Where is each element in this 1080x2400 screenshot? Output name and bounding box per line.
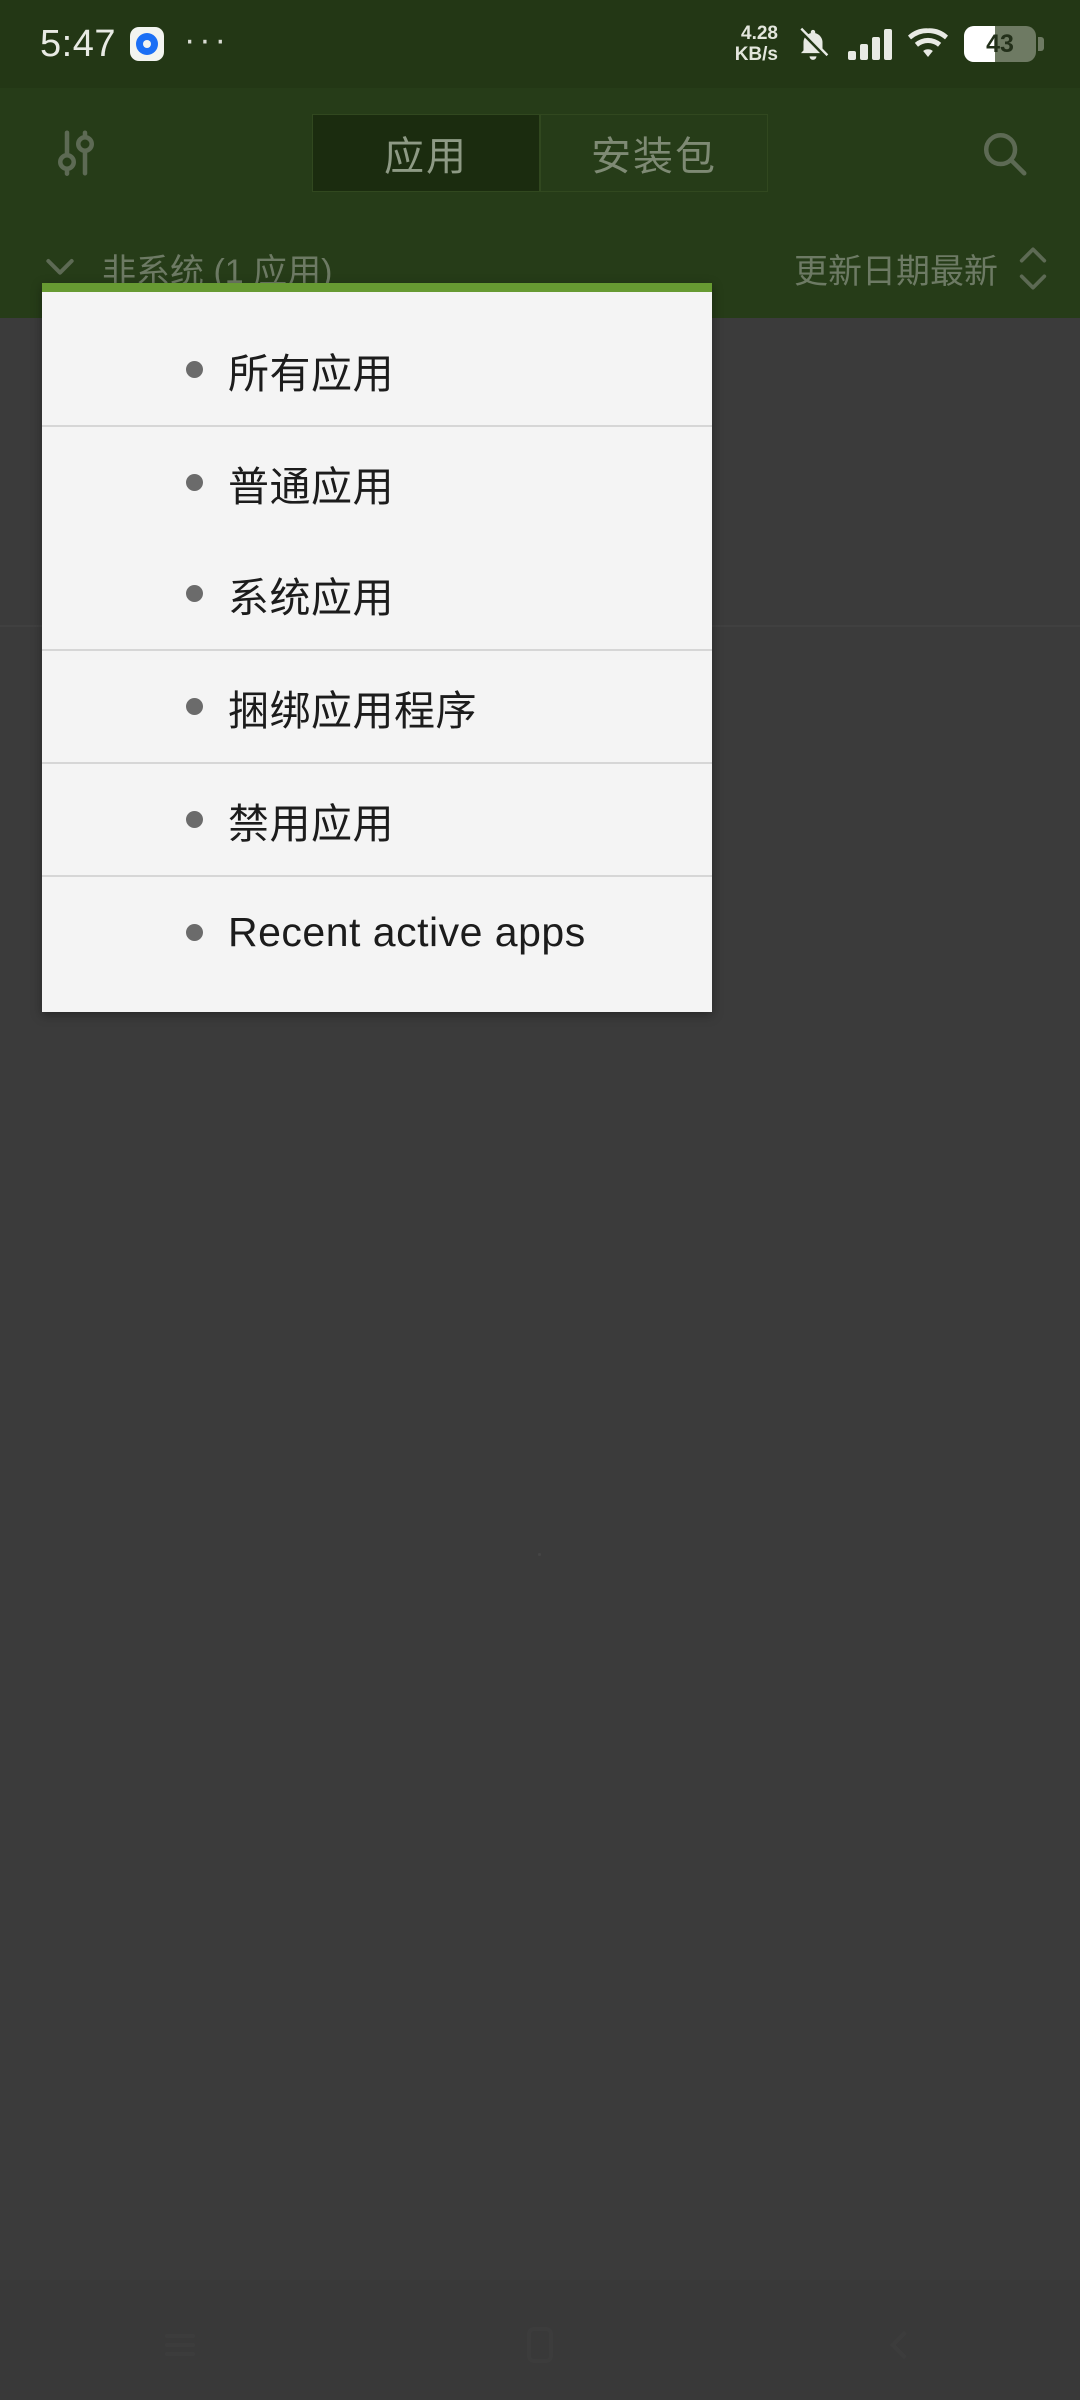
menu-group: Recent active apps (42, 875, 712, 988)
menu-item-label: 所有应用 (228, 350, 394, 397)
sort-label: 更新日期最新 (794, 252, 998, 291)
menu-group: 普通应用 系统应用 (42, 425, 712, 649)
status-clock: 5:47 (40, 22, 116, 65)
bullet-icon (186, 811, 203, 828)
wifi-icon (908, 28, 948, 60)
bullet-icon (186, 361, 203, 378)
sort-updown-icon (1016, 245, 1050, 292)
cellular-signal-icon (848, 28, 892, 60)
system-navigation-bar (0, 2290, 1080, 2400)
menu-item-disabled-apps[interactable]: 禁用应用 (42, 764, 712, 875)
battery-cap (1038, 37, 1044, 51)
back-chevron-icon[interactable] (820, 2290, 980, 2400)
camera-record-icon (129, 27, 164, 61)
menu-top-padding (42, 292, 712, 314)
menu-group: 所有应用 (42, 314, 712, 425)
menu-item-bundled-apps[interactable]: 捆绑应用程序 (42, 651, 712, 762)
menu-group: 禁用应用 (42, 762, 712, 875)
network-speed-value: 4.28 (741, 23, 778, 44)
menu-bottom-padding (42, 988, 712, 1012)
tune-sliders-icon[interactable] (28, 105, 124, 201)
menu-item-label: 普通应用 (228, 463, 394, 510)
menu-item-all-apps[interactable]: 所有应用 (42, 314, 712, 425)
battery-indicator: 43 (964, 26, 1044, 62)
menu-icon[interactable] (100, 2290, 260, 2400)
menu-item-label: Recent active apps (228, 909, 586, 955)
menu-item-normal-apps[interactable]: 普通应用 (42, 427, 712, 538)
bullet-icon (186, 698, 203, 715)
bullet-icon (186, 474, 203, 491)
app-bar: 应用 安装包 (0, 88, 1080, 218)
tab-bar: 应用 安装包 (124, 114, 956, 192)
menu-item-label: 系统应用 (228, 574, 394, 621)
bullet-icon (186, 924, 203, 941)
notification-overflow-icon: ··· (183, 21, 230, 59)
battery-body: 43 (964, 26, 1036, 62)
menu-item-label: 捆绑应用程序 (228, 687, 477, 734)
bell-off-icon (794, 25, 832, 63)
menu-item-system-apps[interactable]: 系统应用 (42, 538, 712, 649)
menu-group: 捆绑应用程序 (42, 649, 712, 762)
network-speed-unit: KB/s (734, 44, 778, 65)
menu-item-label: 禁用应用 (228, 800, 394, 847)
search-icon[interactable] (956, 105, 1052, 201)
battery-level-text: 43 (986, 30, 1014, 58)
sort-selector[interactable]: 更新日期最新 (794, 244, 1050, 293)
home-square-icon[interactable] (460, 2290, 620, 2400)
tab-packages[interactable]: 安装包 (540, 114, 768, 192)
phone-screen: 5:47 ··· 4.28 KB/s 43 应用 安装包 非系统 (1 应用) … (0, 0, 1080, 2400)
list-artifact-dot (538, 1553, 541, 1556)
tab-apps[interactable]: 应用 (312, 114, 540, 192)
filter-dropdown-menu: 所有应用 普通应用 系统应用 捆绑应用程序 禁用应用 Recent active… (42, 283, 712, 1012)
status-bar: 5:47 ··· 4.28 KB/s 43 (0, 0, 1080, 88)
bullet-icon (186, 585, 203, 602)
status-bar-right: 4.28 KB/s 43 (735, 23, 1044, 65)
network-speed: 4.28 KB/s (735, 23, 778, 65)
menu-item-recent-active-apps[interactable]: Recent active apps (42, 877, 712, 988)
status-bar-left: 5:47 ··· (40, 23, 230, 66)
